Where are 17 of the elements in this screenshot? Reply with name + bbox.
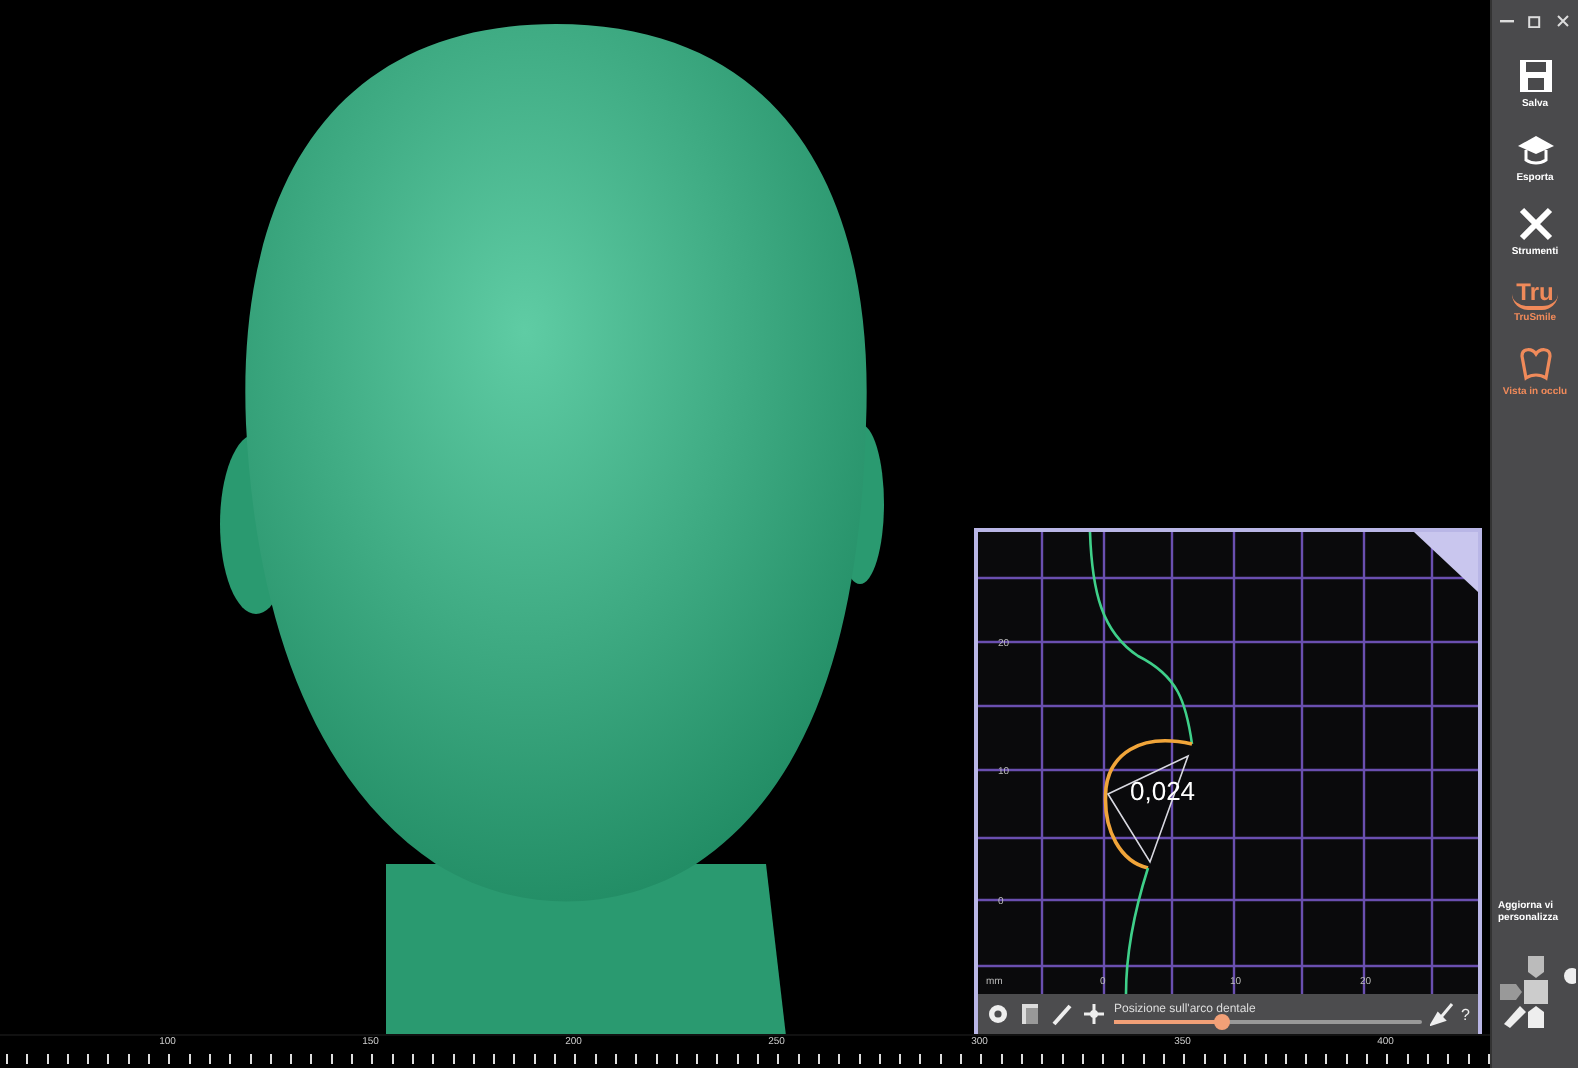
corner-fold-icon[interactable] [1414, 532, 1478, 593]
view-navigator-icon[interactable] [1496, 952, 1576, 1032]
graduation-cap-icon [1515, 130, 1555, 170]
profile-curve [1124, 867, 1150, 995]
position-slider[interactable] [1114, 1020, 1422, 1025]
trusmile-logo: Tru [1512, 278, 1558, 310]
arc-curve [1103, 739, 1193, 870]
brush-icon[interactable] [1429, 1002, 1454, 1027]
teeth-icon [1515, 344, 1555, 384]
move-icon[interactable] [1082, 1002, 1106, 1027]
help-button[interactable]: ? [1461, 1005, 1470, 1024]
gear-icon[interactable] [986, 1002, 1010, 1027]
restore-icon[interactable] [1527, 13, 1542, 27]
close-icon[interactable] [1556, 13, 1571, 27]
page-icon[interactable] [1018, 1002, 1042, 1027]
pen-icon[interactable] [1050, 1002, 1074, 1027]
slider-thumb[interactable] [1213, 1014, 1230, 1031]
